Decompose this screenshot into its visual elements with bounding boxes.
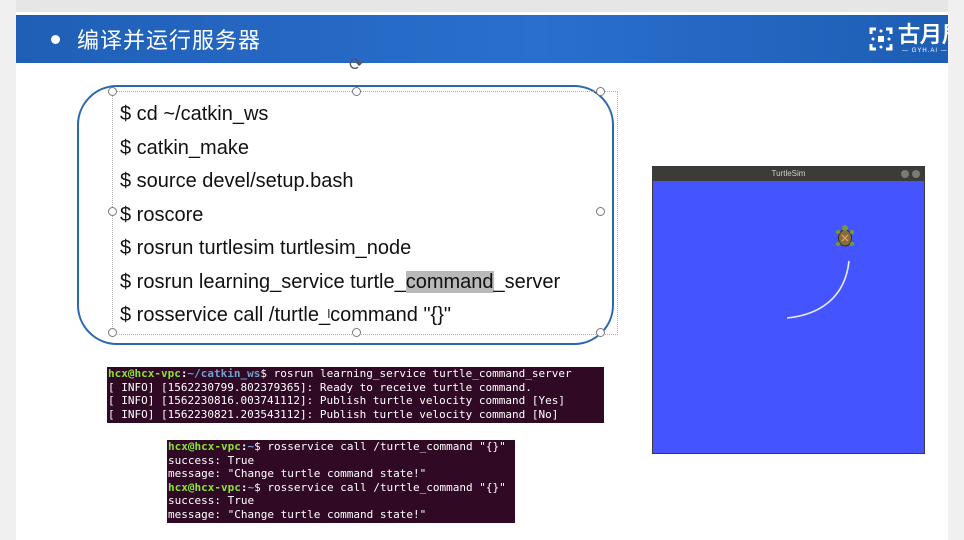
terminal-line: success: True <box>168 494 255 507</box>
turtlesim-titlebar[interactable]: TurtleSim <box>653 167 924 181</box>
prompt-user: hcx@hcx-vpc <box>168 440 241 453</box>
logo-subtext: — GYH.AI — <box>901 47 948 54</box>
resize-handle-bottom-right[interactable] <box>596 328 605 337</box>
terminal-client-output: hcx@hcx-vpc:~$ rosservice call /turtle_c… <box>167 440 515 523</box>
command-line: $ source devel/setup.bash <box>120 170 354 192</box>
command-text: _server <box>493 270 561 293</box>
bullet-icon <box>51 34 60 44</box>
resize-handle-left[interactable] <box>108 207 117 216</box>
terminal-line: [ INFO] [1562230816.003741112]: Publish … <box>108 394 565 407</box>
command-line: $ rosrun turtlesim turtlesim_node <box>120 237 412 259</box>
turtle-path <box>786 260 850 319</box>
terminal-server-output: hcx@hcx-vpc:~/catkin_ws$ rosrun learning… <box>107 367 604 423</box>
terminal-line: message: "Change turtle command state!" <box>168 467 427 480</box>
close-icon[interactable] <box>912 170 920 178</box>
logo-mark-icon <box>869 27 893 51</box>
command-line: $ roscore <box>120 203 204 226</box>
window-title: TurtleSim <box>771 169 806 178</box>
resize-handle-top[interactable] <box>352 87 361 96</box>
command-text: $ rosrun learning_service turtle_ <box>120 270 406 293</box>
rotate-handle-icon[interactable]: ⟳ <box>349 55 363 75</box>
prompt-path: ~/catkin_ws <box>187 367 261 380</box>
minimize-icon[interactable] <box>901 170 909 178</box>
turtlesim-window: TurtleSim <box>652 166 925 454</box>
terminal-line: success: True <box>168 453 255 467</box>
resize-handle-top-right[interactable] <box>596 87 605 96</box>
prompt-user: hcx@hcx-vpc <box>108 367 181 380</box>
prompt-command: $ rosrun learning_service turtle_command… <box>260 367 572 380</box>
command-line: $ cd ~/catkin_ws <box>120 103 269 125</box>
right-edge <box>948 0 964 540</box>
slide: 编译并运行服务器 古月居 — GYH.AI — ⟳ $ cd ~/catkin_… <box>16 0 964 540</box>
terminal-line: message: "Change turtle command state!" <box>168 507 427 521</box>
terminal-prompt-line: hcx@hcx-vpc:~$ rosservice call /turtle_c… <box>168 440 506 453</box>
terminal-prompt-line: hcx@hcx-vpc:~$ rosservice call /turtle_c… <box>168 480 506 494</box>
text-cursor-icon: I <box>327 306 331 321</box>
slide-header: 编译并运行服务器 古月居 — GYH.AI — <box>16 15 964 63</box>
command-line: $ rosservice call /turtle_command "{}" <box>120 304 452 326</box>
top-strip <box>16 0 964 12</box>
slide-title: 编译并运行服务器 <box>77 29 262 54</box>
resize-handle-right[interactable] <box>596 207 605 216</box>
prompt-user: hcx@hcx-vpc <box>168 480 241 494</box>
command-line: $ rosrun learning_service turtle_command… <box>120 266 560 300</box>
prompt-command: $ rosservice call /turtle_command "{}" <box>254 440 506 453</box>
command-line: $ catkin_make <box>120 136 249 159</box>
terminal-line: [ INFO] [1562230821.203543112]: Publish … <box>108 407 559 421</box>
turtle-icon <box>835 225 855 247</box>
highlighted-text: command <box>405 270 494 293</box>
command-list: $ cd ~/catkin_ws $ catkin_make $ source … <box>120 98 560 333</box>
terminal-line: [ INFO] [1562230799.802379365]: Ready to… <box>108 380 532 394</box>
prompt-command: $ rosservice call /turtle_command "{}" <box>254 480 506 494</box>
resize-handle-bottom-left[interactable] <box>108 328 117 337</box>
turtlesim-canvas <box>786 225 855 319</box>
resize-handle-top-left[interactable] <box>108 87 117 96</box>
terminal-prompt-line: hcx@hcx-vpc:~/catkin_ws$ rosrun learning… <box>108 367 572 380</box>
